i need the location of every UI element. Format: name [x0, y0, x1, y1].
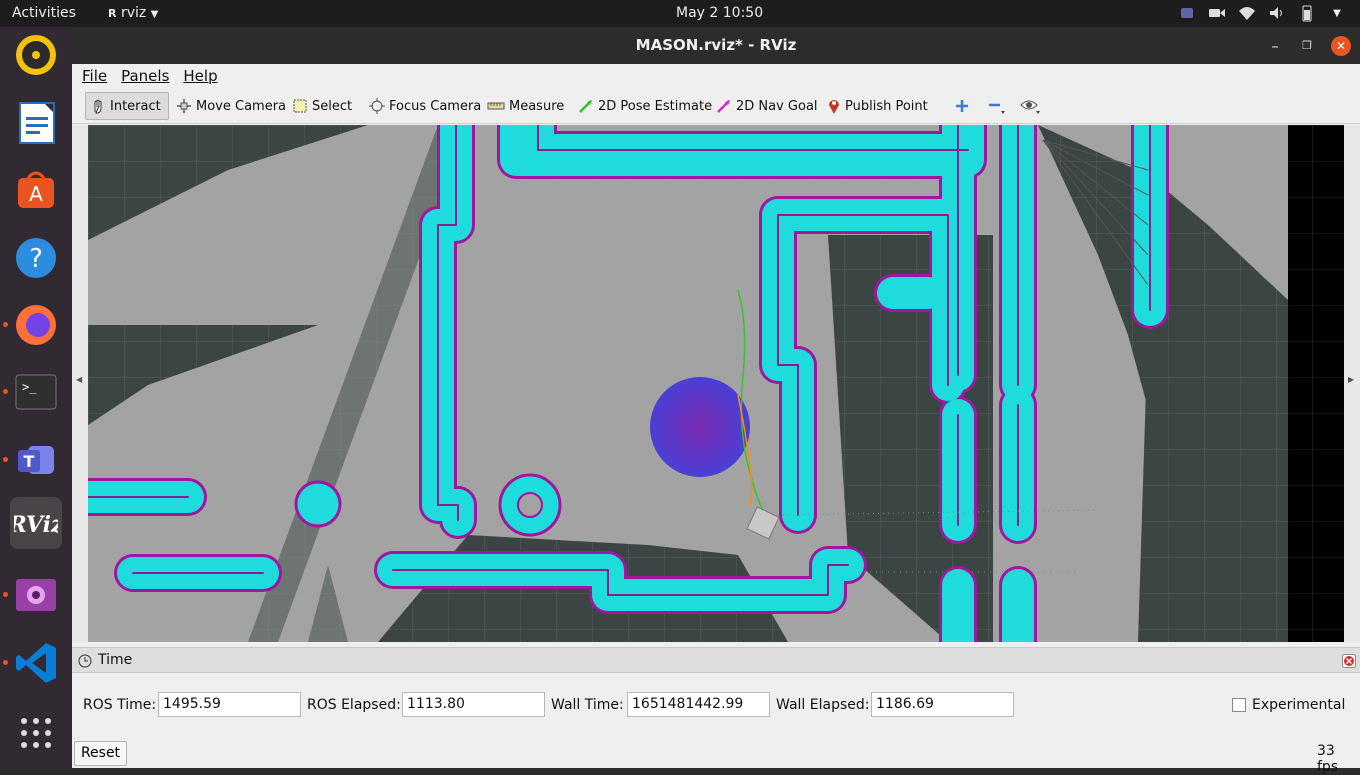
battery-icon[interactable]: [1298, 4, 1316, 22]
clock[interactable]: May 2 10:50: [676, 5, 763, 21]
hand-icon: [94, 99, 102, 114]
running-indicator: [3, 389, 8, 394]
map-pin-icon: [829, 100, 839, 114]
add-tool-button[interactable]: [950, 92, 974, 120]
interact-label: Interact: [110, 98, 161, 114]
libreoffice-writer-icon[interactable]: [10, 97, 62, 149]
system-tray: ▼: [1178, 4, 1346, 22]
svg-text:A: A: [29, 182, 43, 206]
running-indicator: [3, 457, 8, 462]
app-menu[interactable]: R rviz ▼: [108, 5, 158, 21]
tool-bar: Interact Move Camera Select Focus Camera…: [72, 88, 1360, 124]
volume-icon[interactable]: [1268, 4, 1286, 22]
camera-icon[interactable]: [1208, 4, 1226, 22]
measure-tool[interactable]: Measure: [483, 92, 568, 120]
time-panel-header[interactable]: Time: [72, 647, 1360, 673]
robot-footprint: [650, 377, 750, 477]
render-viewport[interactable]: [88, 125, 1344, 642]
app-grid-icon[interactable]: [10, 707, 62, 759]
firefox-icon[interactable]: [10, 299, 62, 351]
title-bar[interactable]: MASON.rviz* - RViz – ❐ ✕: [72, 27, 1360, 64]
publish-point-label: Publish Point: [845, 98, 928, 114]
svg-text:>_: >_: [22, 380, 37, 394]
rviz-dock-icon[interactable]: RViz: [10, 497, 62, 549]
app-menu-label: rviz: [120, 5, 147, 21]
menu-panels[interactable]: Panels: [121, 64, 169, 88]
nav-goal-tool[interactable]: 2D Nav Goal: [712, 92, 822, 120]
dock: A ? >_ T RViz: [0, 27, 72, 768]
window-title: MASON.rviz* - RViz: [635, 36, 797, 54]
focus-camera-tool[interactable]: Focus Camera: [365, 92, 485, 120]
move-camera-icon: [177, 99, 191, 113]
nav-goal-label: 2D Nav Goal: [736, 98, 818, 114]
interact-tool[interactable]: Interact: [85, 92, 169, 120]
rhythmbox-icon[interactable]: [10, 29, 62, 81]
help-icon[interactable]: ?: [10, 232, 62, 284]
select-label: Select: [312, 98, 353, 114]
plus-icon: [956, 100, 968, 112]
right-dock-collapse[interactable]: ▶: [1344, 125, 1360, 642]
svg-text:RViz: RViz: [14, 512, 58, 538]
ros-time-label: ROS Time:: [83, 697, 157, 713]
experimental-label: Experimental: [1252, 697, 1346, 713]
fps-readout: 33 fps: [1317, 743, 1339, 775]
occupancy-grid-map[interactable]: [88, 125, 1344, 642]
select-tool[interactable]: Select: [288, 92, 356, 120]
close-panel-icon[interactable]: [1342, 654, 1356, 668]
rviz-app-icon: R: [108, 7, 117, 20]
vscode-icon[interactable]: [10, 637, 62, 689]
ros-elapsed-label: ROS Elapsed:: [307, 697, 401, 713]
remove-tool-button[interactable]: [982, 92, 1010, 120]
measure-label: Measure: [509, 98, 565, 114]
video-player-icon[interactable]: [10, 569, 62, 621]
close-button[interactable]: ✕: [1331, 36, 1351, 56]
green-arrow-icon: [579, 100, 592, 113]
wifi-icon[interactable]: [1238, 4, 1256, 22]
terminal-icon[interactable]: >_: [10, 366, 62, 418]
move-camera-label: Move Camera: [196, 98, 287, 114]
activities-button[interactable]: Activities: [12, 5, 76, 21]
wall-time-label: Wall Time:: [551, 697, 624, 713]
teams-tray-icon[interactable]: [1178, 4, 1196, 22]
focus-camera-icon: [369, 98, 385, 114]
svg-text:T: T: [24, 452, 35, 471]
rviz-window: MASON.rviz* - RViz – ❐ ✕ File Panels Hel…: [72, 27, 1360, 775]
menu-bar: File Panels Help: [72, 64, 1360, 88]
time-panel-title: Time: [98, 652, 133, 668]
magenta-arrow-icon: [717, 100, 730, 113]
chevron-down-icon: ▼: [150, 9, 159, 20]
minimize-button[interactable]: –: [1265, 36, 1285, 56]
software-store-icon[interactable]: A: [10, 164, 62, 216]
menu-help[interactable]: Help: [183, 64, 217, 88]
time-panel: Time ROS Time: 1495.59 ROS Elapsed: 1113…: [72, 647, 1360, 775]
ros-elapsed-field[interactable]: 1113.80: [402, 692, 545, 717]
running-indicator: [3, 322, 8, 327]
power-menu-chevron-icon[interactable]: ▼: [1328, 4, 1346, 22]
wall-elapsed-field[interactable]: 1186.69: [871, 692, 1014, 717]
focus-camera-label: Focus Camera: [389, 98, 482, 114]
wall-elapsed-label: Wall Elapsed:: [776, 697, 870, 713]
reset-button[interactable]: Reset: [74, 741, 127, 766]
wall-time-field[interactable]: 1651481442.99: [627, 692, 770, 717]
maximize-button[interactable]: ❐: [1297, 36, 1317, 56]
eye-icon: [1020, 100, 1040, 114]
move-camera-tool[interactable]: Move Camera: [172, 92, 290, 120]
svg-text:?: ?: [29, 244, 43, 274]
select-icon: [293, 99, 307, 113]
clock-icon: [78, 654, 92, 668]
experimental-checkbox[interactable]: [1232, 698, 1246, 712]
system-top-bar: Activities R rviz ▼ May 2 10:50 ▼: [0, 0, 1360, 27]
teams-icon[interactable]: T: [10, 434, 62, 486]
menu-file[interactable]: File: [82, 64, 107, 88]
tool-visibility-button[interactable]: [1016, 92, 1046, 120]
running-indicator: [3, 592, 8, 597]
publish-point-tool[interactable]: Publish Point: [823, 92, 932, 120]
pose-estimate-tool[interactable]: 2D Pose Estimate: [574, 92, 716, 120]
ruler-icon: [487, 102, 505, 110]
pose-estimate-label: 2D Pose Estimate: [598, 98, 713, 114]
ros-time-field[interactable]: 1495.59: [158, 692, 301, 717]
minus-icon: [989, 103, 1005, 114]
left-dock-collapse[interactable]: ◀: [72, 125, 88, 642]
running-indicator: [3, 660, 8, 665]
